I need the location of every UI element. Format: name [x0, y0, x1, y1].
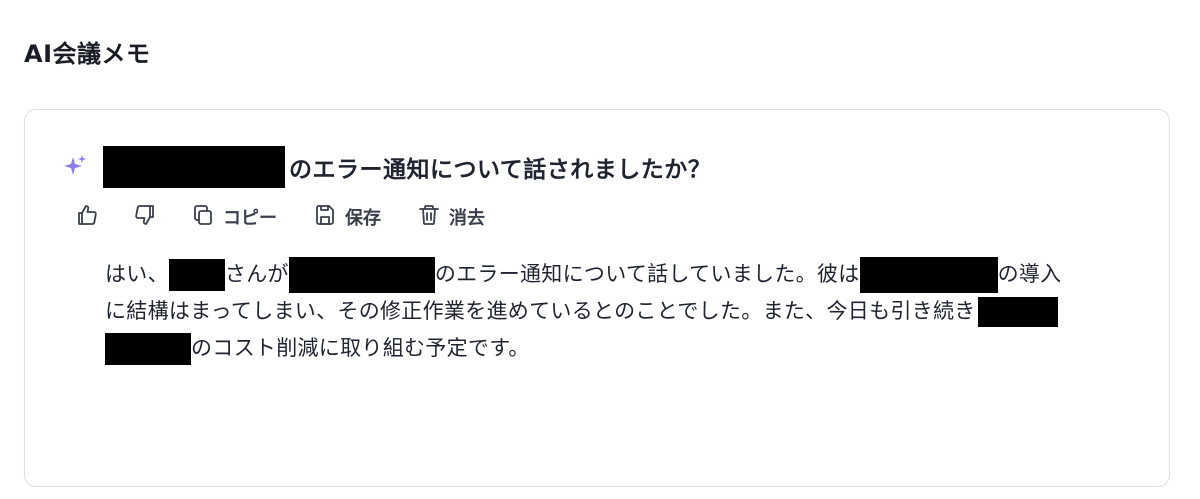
delete-button-label: 消去 — [449, 208, 485, 229]
thumbs-up-icon — [75, 203, 99, 232]
answer-segment: に結構はまってしまい、その修正作業を進めているとのことでした。また、今日も引き続… — [105, 299, 976, 323]
meeting-memo-card: のエラー通知について話されましたか？ コピー 保存 消去 はい、 さんが のエラ… — [24, 109, 1170, 487]
like-button[interactable] — [75, 203, 99, 232]
copy-button[interactable]: コピー — [191, 203, 277, 232]
answer-line: のコスト削減に取り組む予定です。 — [105, 330, 1165, 367]
save-icon — [313, 203, 337, 232]
redacted-person-name — [168, 258, 225, 291]
redacted-project-name — [288, 256, 435, 293]
answer-segment: はい、 — [105, 262, 169, 286]
delete-button[interactable]: 消去 — [417, 203, 485, 232]
copy-button-label: コピー — [223, 208, 277, 229]
page-title: AI会議メモ — [24, 40, 151, 68]
redacted-project-name — [105, 332, 191, 365]
trash-icon — [417, 203, 441, 232]
sparkle-icon — [61, 153, 89, 181]
answer-segment: さんが — [224, 262, 289, 286]
redacted-project-name — [977, 296, 1058, 327]
answer-text: はい、 さんが のエラー通知について話していました。彼は の導入 に結構はまって… — [105, 256, 1165, 367]
thumbs-down-icon — [133, 203, 157, 232]
answer-segment: のエラー通知について話していました。彼は — [434, 262, 860, 286]
question-text: のエラー通知について話されましたか？ — [289, 157, 712, 183]
dislike-button[interactable] — [133, 203, 157, 232]
redacted-tool-name — [859, 256, 998, 293]
copy-icon — [191, 203, 215, 232]
answer-line: はい、 さんが のエラー通知について話していました。彼は の導入 — [105, 256, 1165, 293]
save-button[interactable]: 保存 — [313, 203, 381, 232]
answer-toolbar: コピー 保存 消去 — [75, 202, 485, 232]
save-button-label: 保存 — [345, 208, 381, 229]
redacted-project-name — [103, 146, 285, 188]
answer-segment: のコスト削減に取り組む予定です。 — [191, 336, 530, 360]
question-row: のエラー通知について話されましたか？ — [61, 146, 711, 188]
answer-line: に結構はまってしまい、その修正作業を進めているとのことでした。また、今日も引き続… — [105, 293, 1165, 330]
answer-segment: の導入 — [997, 262, 1062, 286]
